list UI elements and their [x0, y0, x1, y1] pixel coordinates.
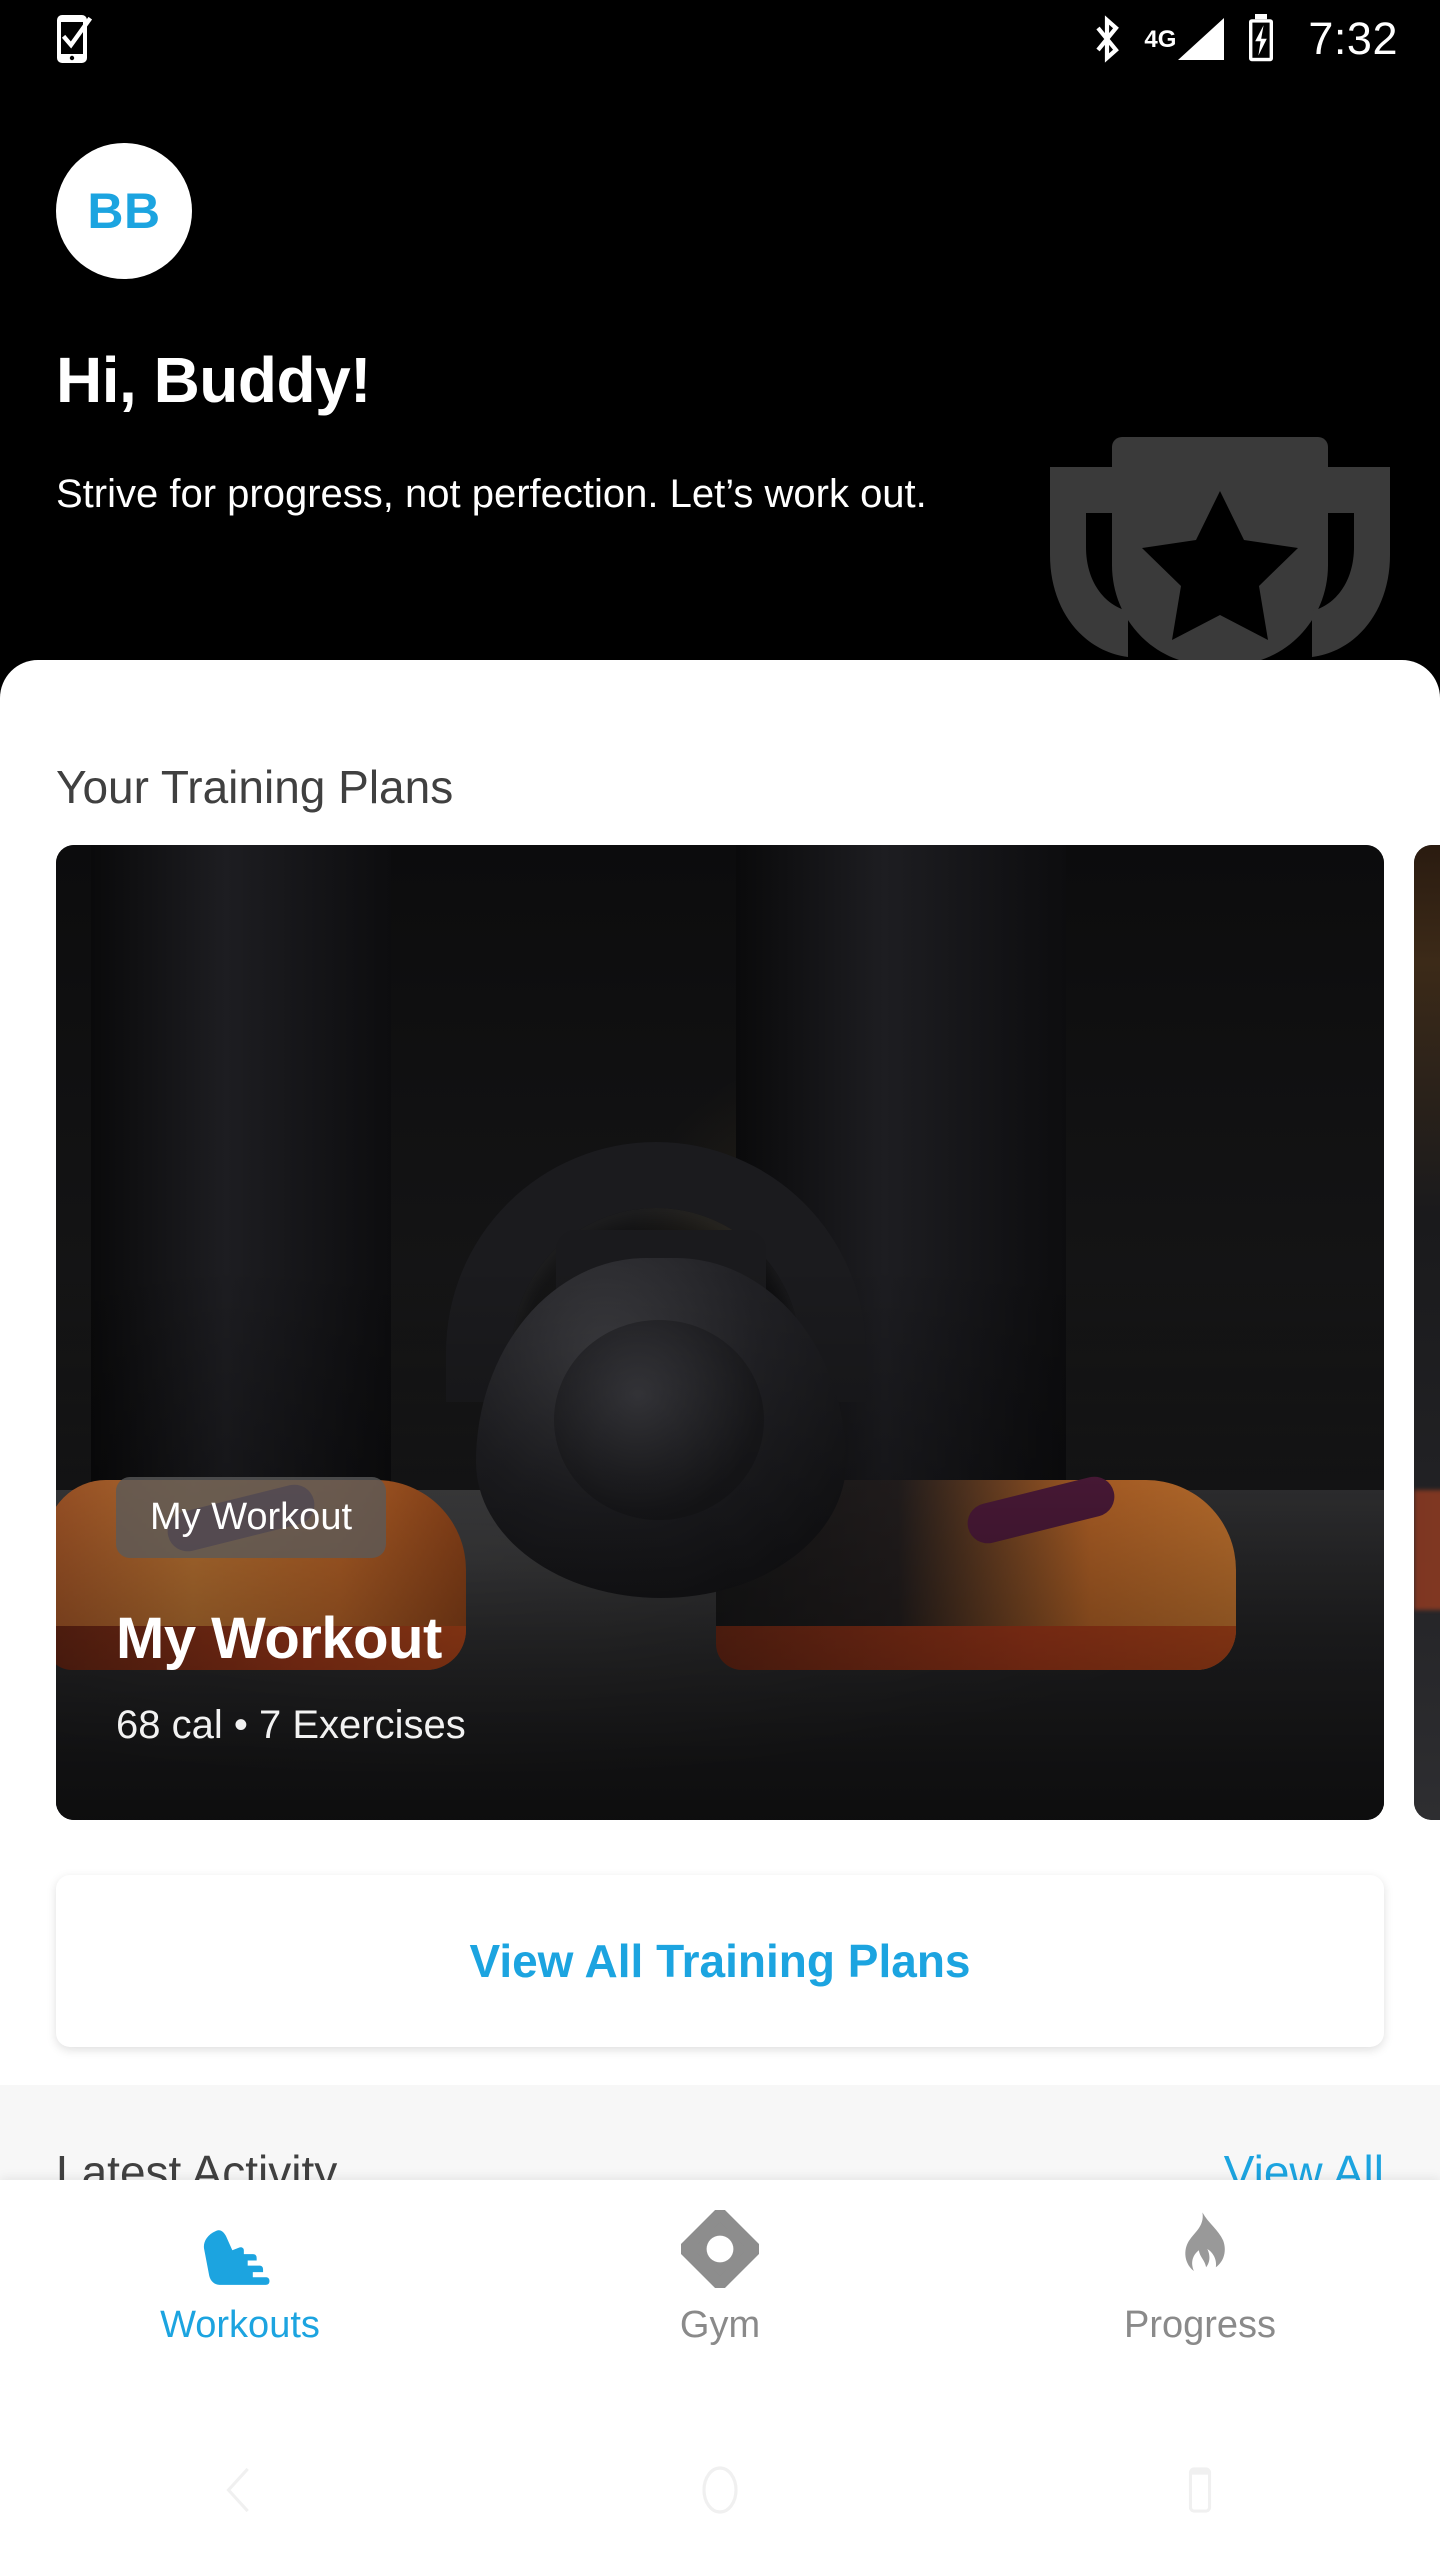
signal-bars-icon: 4G	[1144, 16, 1226, 62]
plan-card-meta: 68 cal • 7 Exercises	[116, 1703, 466, 1747]
view-all-training-plans-button[interactable]: View All Training Plans	[56, 1875, 1384, 2047]
greeting-tagline: Strive for progress, not perfection. Let…	[56, 472, 927, 516]
training-plans-heading: Your Training Plans	[56, 761, 454, 813]
battery-charging-icon	[1249, 14, 1274, 62]
bluetooth-icon	[1096, 15, 1120, 63]
header-section: BB Hi, Buddy! Strive for progress, not p…	[0, 0, 1440, 690]
status-bar: 4G 7:32	[0, 0, 1440, 78]
nav-tab-gym-label: Gym	[679, 2304, 761, 2346]
nav-tab-progress[interactable]: Progress	[960, 2180, 1440, 2347]
plan-card-chip: My Workout	[116, 1477, 387, 1558]
system-recents-button[interactable]	[960, 2462, 1440, 2518]
gym-diamond-icon	[677, 2206, 763, 2292]
avatar-initials: BB	[87, 183, 161, 239]
flame-icon	[1157, 2206, 1243, 2292]
nav-tab-workouts[interactable]: Workouts	[0, 2180, 480, 2347]
running-shoe-icon	[197, 2206, 283, 2292]
training-plan-card-next[interactable]	[1414, 845, 1440, 1820]
phone-check-icon	[57, 15, 93, 63]
nav-tab-workouts-label: Workouts	[160, 2304, 320, 2346]
phone-screen: BB Hi, Buddy! Strive for progress, not p…	[0, 0, 1440, 2560]
status-bar-clock: 7:32	[1308, 13, 1398, 64]
training-plan-card[interactable]: My Workout My Workout 68 cal • 7 Exercis…	[56, 845, 1384, 1820]
training-plans-carousel[interactable]: My Workout My Workout 68 cal • 7 Exercis…	[0, 845, 1440, 1835]
avatar[interactable]: BB	[56, 143, 192, 279]
network-type-label: 4G	[1144, 26, 1177, 53]
plan-card-title: My Workout	[116, 1606, 442, 1671]
recents-square-icon	[1188, 2467, 1212, 2513]
system-home-button[interactable]	[480, 2462, 960, 2518]
home-circle-icon	[702, 2466, 738, 2514]
back-chevron-icon	[226, 2467, 249, 2513]
view-all-training-plans-label: View All Training Plans	[469, 1935, 971, 1987]
greeting-title: Hi, Buddy!	[56, 344, 371, 416]
system-navigation-bar	[0, 2420, 1440, 2560]
nav-tab-progress-label: Progress	[1123, 2304, 1277, 2346]
plan-card-image-next	[1414, 845, 1440, 1820]
nav-tab-gym[interactable]: Gym	[480, 2180, 960, 2347]
system-back-button[interactable]	[0, 2462, 480, 2518]
trophy-icon	[1050, 437, 1390, 665]
bottom-navigation: Workouts Gym Progress	[0, 2180, 1440, 2420]
